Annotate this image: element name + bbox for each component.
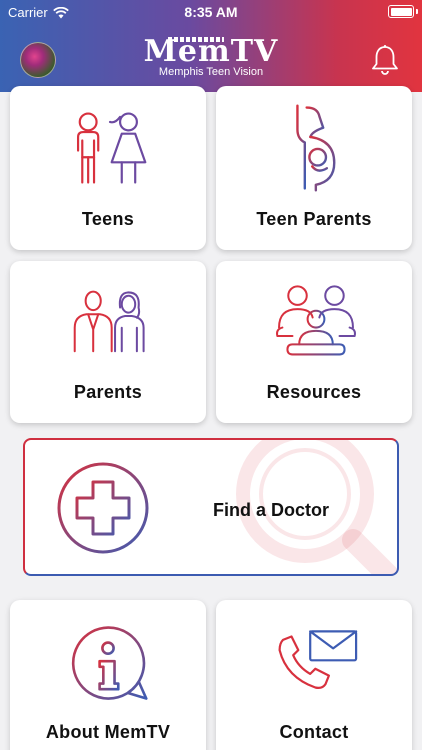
logo-stripe xyxy=(167,37,224,42)
info-bubble-icon xyxy=(71,626,148,700)
family-icon xyxy=(276,285,356,356)
app-logo: MemTV Memphis Teen Vision xyxy=(0,36,422,79)
bell-icon[interactable] xyxy=(370,44,400,76)
battery-tip xyxy=(416,9,418,14)
phone-mail-icon xyxy=(278,630,358,690)
resources-card[interactable]: Resources xyxy=(216,261,412,423)
teen-parents-card[interactable]: Teen Parents xyxy=(216,86,412,250)
status-bar: Carrier 8:35 AM xyxy=(0,0,422,24)
status-time: 8:35 AM xyxy=(184,4,238,20)
teens-icon xyxy=(76,112,147,184)
pregnant-woman-icon xyxy=(296,104,336,192)
contact-label: Contact xyxy=(279,722,349,742)
find-doctor-label: Find a Doctor xyxy=(213,500,329,520)
find-doctor-card[interactable]: Find a Doctor xyxy=(23,438,399,576)
teens-card[interactable]: Teens xyxy=(10,86,206,250)
teens-label: Teens xyxy=(81,209,135,229)
battery-icon xyxy=(388,5,414,18)
parents-label: Parents xyxy=(73,382,143,402)
resources-label: Resources xyxy=(266,382,362,402)
app-header: Carrier 8:35 AM MemTV Memphis Teen Visio… xyxy=(0,0,422,92)
contact-card[interactable]: Contact xyxy=(216,600,412,750)
about-card[interactable]: About MemTV xyxy=(10,600,206,750)
parents-icon xyxy=(73,290,145,353)
about-label: About MemTV xyxy=(45,722,171,742)
teen-parents-label: Teen Parents xyxy=(256,209,372,229)
parents-card[interactable]: Parents xyxy=(10,261,206,423)
medical-cross-icon xyxy=(57,462,149,554)
